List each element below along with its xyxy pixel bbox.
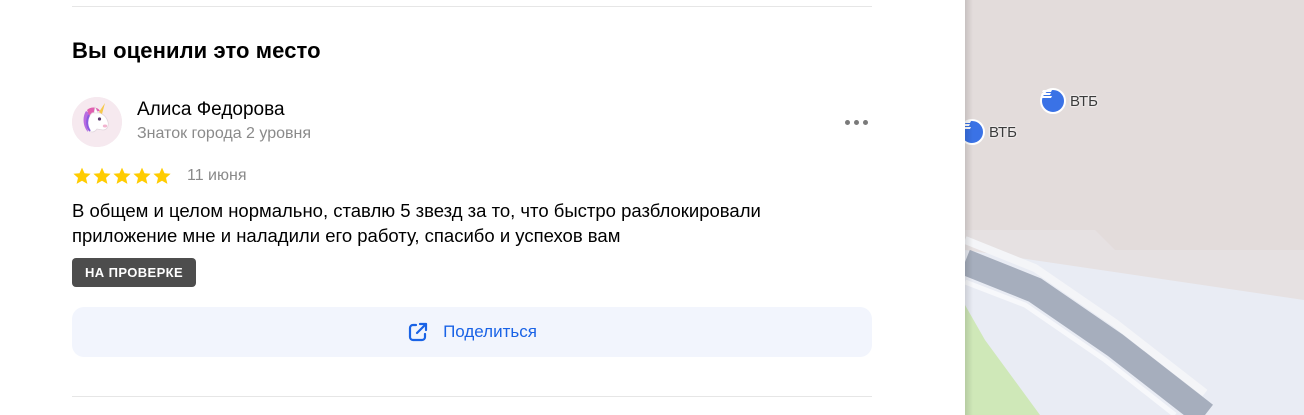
review-panel: Вы оценили это место Алиса Федорова Знат…	[0, 0, 965, 415]
share-external-icon	[407, 321, 429, 343]
more-dots-icon	[845, 120, 850, 125]
map-poi-label: ВТБ	[1070, 92, 1099, 110]
star-icon	[132, 166, 152, 186]
map[interactable]: ВТБ ВТБ	[965, 0, 1304, 415]
star-icon	[112, 166, 132, 186]
map-canvas	[965, 0, 1304, 415]
map-poi-bank[interactable]: ВТБ	[1040, 88, 1098, 114]
share-label: Поделиться	[443, 322, 537, 341]
panel-shadow	[965, 0, 973, 415]
status-badge: НА ПРОВЕРКЕ	[72, 258, 197, 287]
review-text: В общем и целом нормально, ставлю 5 звез…	[72, 200, 761, 246]
bank-icon	[1040, 88, 1066, 114]
section-title: Вы оценили это место	[72, 38, 321, 63]
review-date: 11 июня	[187, 167, 247, 184]
star-icon	[92, 166, 112, 186]
map-poi-label: ВТБ	[989, 123, 1018, 141]
avatar[interactable]	[72, 97, 122, 147]
star-icon	[72, 166, 92, 186]
share-button[interactable]: Поделиться	[72, 307, 872, 357]
more-options-button[interactable]	[841, 114, 873, 132]
more-dots-icon	[854, 120, 859, 125]
unicorn-avatar-icon	[72, 97, 122, 147]
star-icon	[152, 166, 172, 186]
more-dots-icon	[863, 120, 868, 125]
divider	[72, 6, 872, 7]
rating-stars	[72, 166, 172, 186]
divider	[72, 396, 872, 397]
author-level: Знаток города 2 уровня	[137, 125, 312, 142]
author-name[interactable]: Алиса Федорова	[137, 99, 285, 121]
